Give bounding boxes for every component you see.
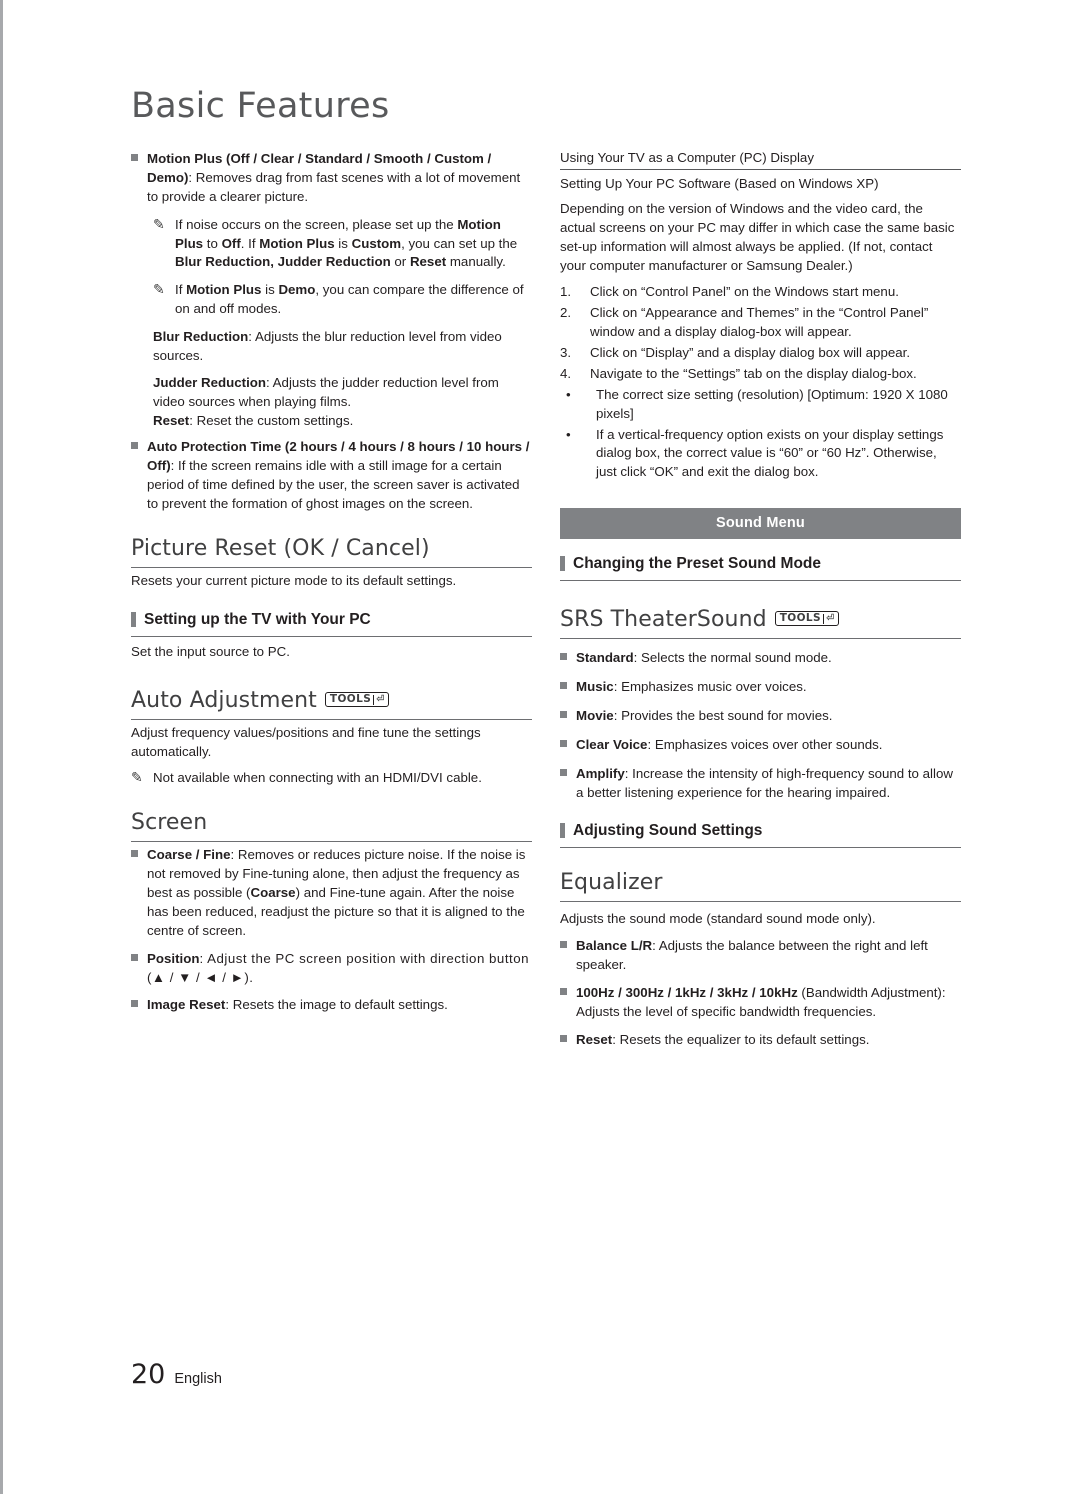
square-bullet-icon [560, 736, 576, 759]
auto-adjustment-note: Not available when connecting with an HD… [153, 770, 482, 786]
pc-software-line: Setting Up Your PC Software (Based on Wi… [560, 176, 879, 191]
picture-reset-text: Resets your current picture mode to its … [131, 572, 457, 588]
square-bullet-icon [131, 996, 147, 1019]
equalizer-heading: Equalizer [560, 870, 961, 903]
adjusting-sound-settings-heading: Adjusting Sound Settings [560, 822, 961, 849]
equalizer-items-list: Balance L/R: Adjusts the balance between… [560, 937, 961, 1053]
list-item: • If a vertical-frequency option exists o… [560, 426, 961, 483]
list-item: Coarse / Fine: Removes or reduces pictur… [131, 846, 532, 940]
changing-preset-sound-mode-heading: Changing the Preset Sound Mode [560, 555, 961, 582]
srs-items-list: Standard: Selects the normal sound mode.… [560, 649, 961, 802]
note-item: ✎ Not available when connecting with an … [131, 769, 532, 788]
square-bullet-icon [131, 438, 147, 514]
blur-reduction-label: Blur Reduction [153, 329, 249, 344]
tools-badge-icon: TOOLS ⏎ [324, 684, 389, 709]
page-number: 20 [131, 1359, 166, 1390]
list-item: Amplify: Increase the intensity of high-… [560, 765, 961, 803]
setting-up-tv-pc-heading: Setting up the TV with Your PC [131, 611, 532, 637]
motion-plus-text: : Removes drag from fast scenes with a l… [147, 169, 521, 204]
list-item: Auto Protection Time (2 hours / 4 hours … [131, 438, 532, 514]
auto-adjustment-heading: Auto Adjustment TOOLS ⏎ [131, 684, 532, 720]
two-column-layout: Motion Plus (Off / Clear / Standard / Sm… [131, 150, 961, 1063]
reset-text: Reset: Reset the custom settings. [153, 412, 354, 428]
position-label: Position [147, 950, 200, 966]
equalizer-text: Adjusts the sound mode (standard sound m… [560, 911, 876, 927]
reset-label: Reset [153, 412, 190, 428]
square-bullet-icon [560, 1031, 576, 1054]
dot-bullet-icon: • [566, 386, 571, 402]
dot-bullet-icon: • [566, 426, 571, 442]
image-reset-text: : Resets the image to default settings. [225, 997, 448, 1013]
picture-reset-heading: Picture Reset (OK / Cancel) [131, 536, 532, 568]
page-title: Basic Features [131, 86, 390, 126]
page-footer: 20 English [131, 1359, 222, 1390]
list-item: Reset: Resets the equalizer to its defau… [560, 1031, 961, 1054]
judder-reduction-label: Judder Reduction [153, 374, 267, 390]
list-item: Clear Voice: Emphasizes voices over othe… [560, 736, 961, 759]
list-item: Standard: Selects the normal sound mode. [560, 649, 961, 672]
list-item: 3. Click on “Display” and a display dialo… [560, 345, 911, 360]
note-item: ✎ If Motion Plus is Demo, you can compar… [131, 281, 532, 319]
blur-reduction-text: Blur Reduction: Adjusts the blur reducti… [153, 329, 502, 363]
auto-adjustment-text: Adjust frequency values/positions and fi… [131, 724, 481, 759]
note-item: ✎ If noise occurs on the screen, please … [131, 216, 532, 273]
pencil-note-icon: ✎ [131, 769, 143, 786]
right-column: Using Your TV as a Computer (PC) Display… [560, 150, 961, 1063]
square-bullet-icon [131, 950, 147, 988]
list-item: Image Reset: Resets the image to default… [131, 996, 532, 1019]
square-bullet-icon [560, 707, 576, 730]
setting-up-tv-pc-text: Set the input source to PC. [131, 643, 290, 659]
srs-theatersound-heading: SRS TheaterSound TOOLS ⏎ [560, 603, 961, 640]
tools-badge-icon: TOOLS ⏎ [774, 603, 839, 628]
square-bullet-icon [560, 649, 576, 672]
dot-list: • The correct size setting (resolution) [… [560, 386, 961, 482]
list-item: 2. Click on “Appearance and Themes” in th… [560, 305, 929, 340]
coarse-fine-label: Coarse / Fine [147, 847, 231, 863]
list-item: Movie: Provides the best sound for movie… [560, 707, 961, 730]
square-bullet-icon [131, 846, 147, 940]
list-item: Motion Plus (Off / Clear / Standard / Sm… [131, 150, 532, 207]
list-item: Position: Adjust the PC screen position … [131, 950, 532, 988]
page-content: Basic Features Motion Plus (Off / Clear … [131, 86, 961, 1063]
judder-reduction-text: Judder Reduction: Adjusts the judder red… [153, 374, 499, 409]
auto-protection-text: : If the screen remains idle with a stil… [147, 458, 520, 511]
document-page: Basic Features Motion Plus (Off / Clear … [0, 0, 1080, 1494]
square-bullet-icon [560, 984, 576, 1022]
list-item: 4. Navigate to the “Settings” tab on the … [560, 365, 917, 381]
position-text: : Adjust the PC screen position with dir… [147, 950, 529, 985]
list-item: Balance L/R: Adjusts the balance between… [560, 937, 961, 975]
pencil-note-icon: ✎ [153, 215, 165, 232]
steps-list: 1. Click on “Control Panel” on the Window… [560, 283, 961, 383]
square-bullet-icon [560, 937, 576, 975]
list-item: Music: Emphasizes music over voices. [560, 678, 961, 701]
sound-menu-bar: Sound Menu [560, 508, 961, 540]
square-bullet-icon [560, 678, 576, 701]
screen-heading: Screen [131, 810, 532, 843]
left-column: Motion Plus (Off / Clear / Standard / Sm… [131, 150, 532, 1028]
square-bullet-icon [560, 765, 576, 803]
square-bullet-icon [131, 150, 147, 207]
pencil-note-icon: ✎ [153, 281, 165, 298]
list-item: 1. Click on “Control Panel” on the Window… [560, 284, 899, 300]
list-item: • The correct size setting (resolution) [… [560, 386, 961, 424]
pc-paragraph: Depending on the version of Windows and … [560, 200, 955, 273]
list-item: 100Hz / 300Hz / 1kHz / 3kHz / 10kHz (Ban… [560, 984, 961, 1022]
image-reset-label: Image Reset [147, 997, 226, 1013]
pc-display-heading: Using Your TV as a Computer (PC) Display [560, 150, 961, 170]
page-language: English [174, 1371, 222, 1387]
